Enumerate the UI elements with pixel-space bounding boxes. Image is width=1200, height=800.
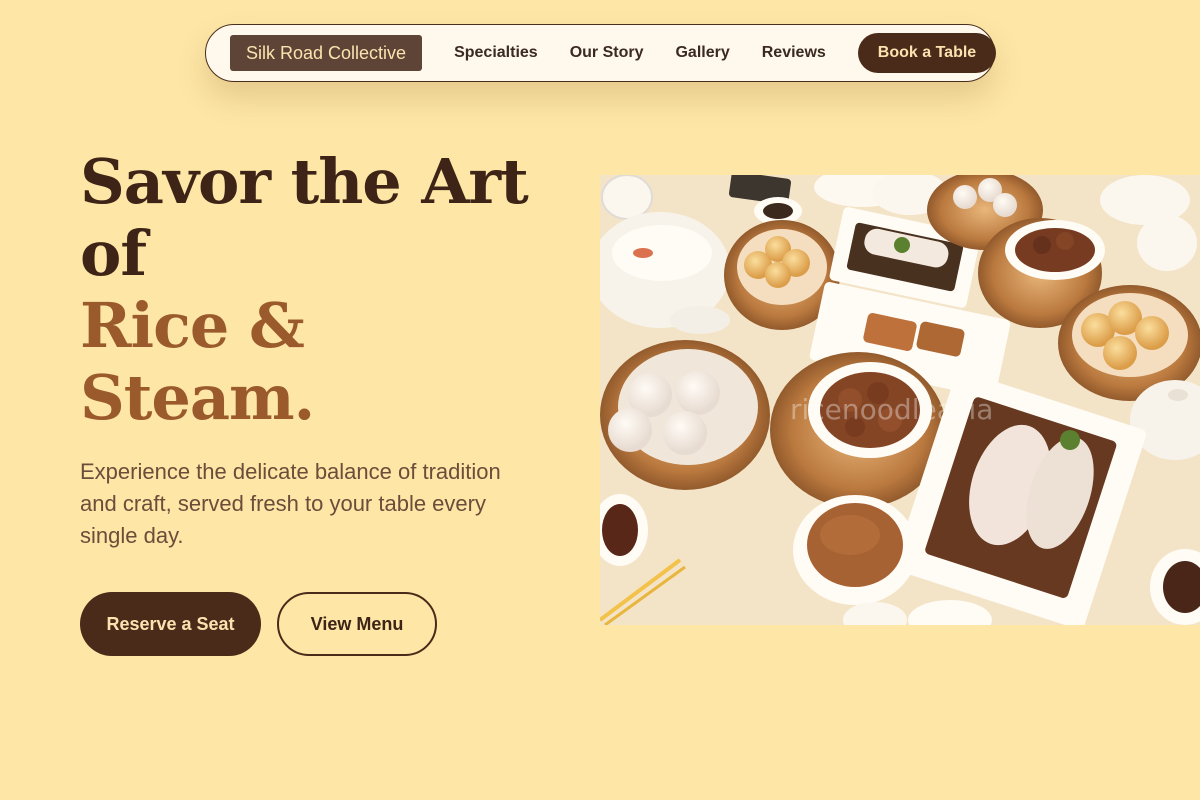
nav-link-our-story[interactable]: Our Story [570, 44, 644, 62]
hero-subtitle: Experience the delicate balance of tradi… [80, 459, 501, 548]
nav-link-gallery[interactable]: Gallery [675, 44, 729, 62]
reserve-seat-button[interactable]: Reserve a Seat [80, 592, 261, 656]
view-menu-button[interactable]: View Menu [277, 592, 437, 656]
hero-title-line-1: Savor the Art of [80, 145, 529, 290]
book-table-button[interactable]: Book a Table [857, 33, 997, 73]
hero-title-line-3: Steam. [80, 361, 315, 434]
top-navigation: Silk Road Collective Specialties Our Sto… [205, 24, 997, 82]
hero-title-line-2: Rice & [80, 289, 305, 362]
hero-title: Savor the Art of Rice & Steam. [80, 146, 550, 434]
brand-logo[interactable]: Silk Road Collective [230, 35, 423, 71]
nav-link-reviews[interactable]: Reviews [762, 44, 826, 62]
hero-food-photo: ricenoodleasia [600, 175, 1200, 625]
nav-link-specialties[interactable]: Specialties [454, 44, 538, 62]
image-watermark: ricenoodleasia [790, 393, 993, 426]
